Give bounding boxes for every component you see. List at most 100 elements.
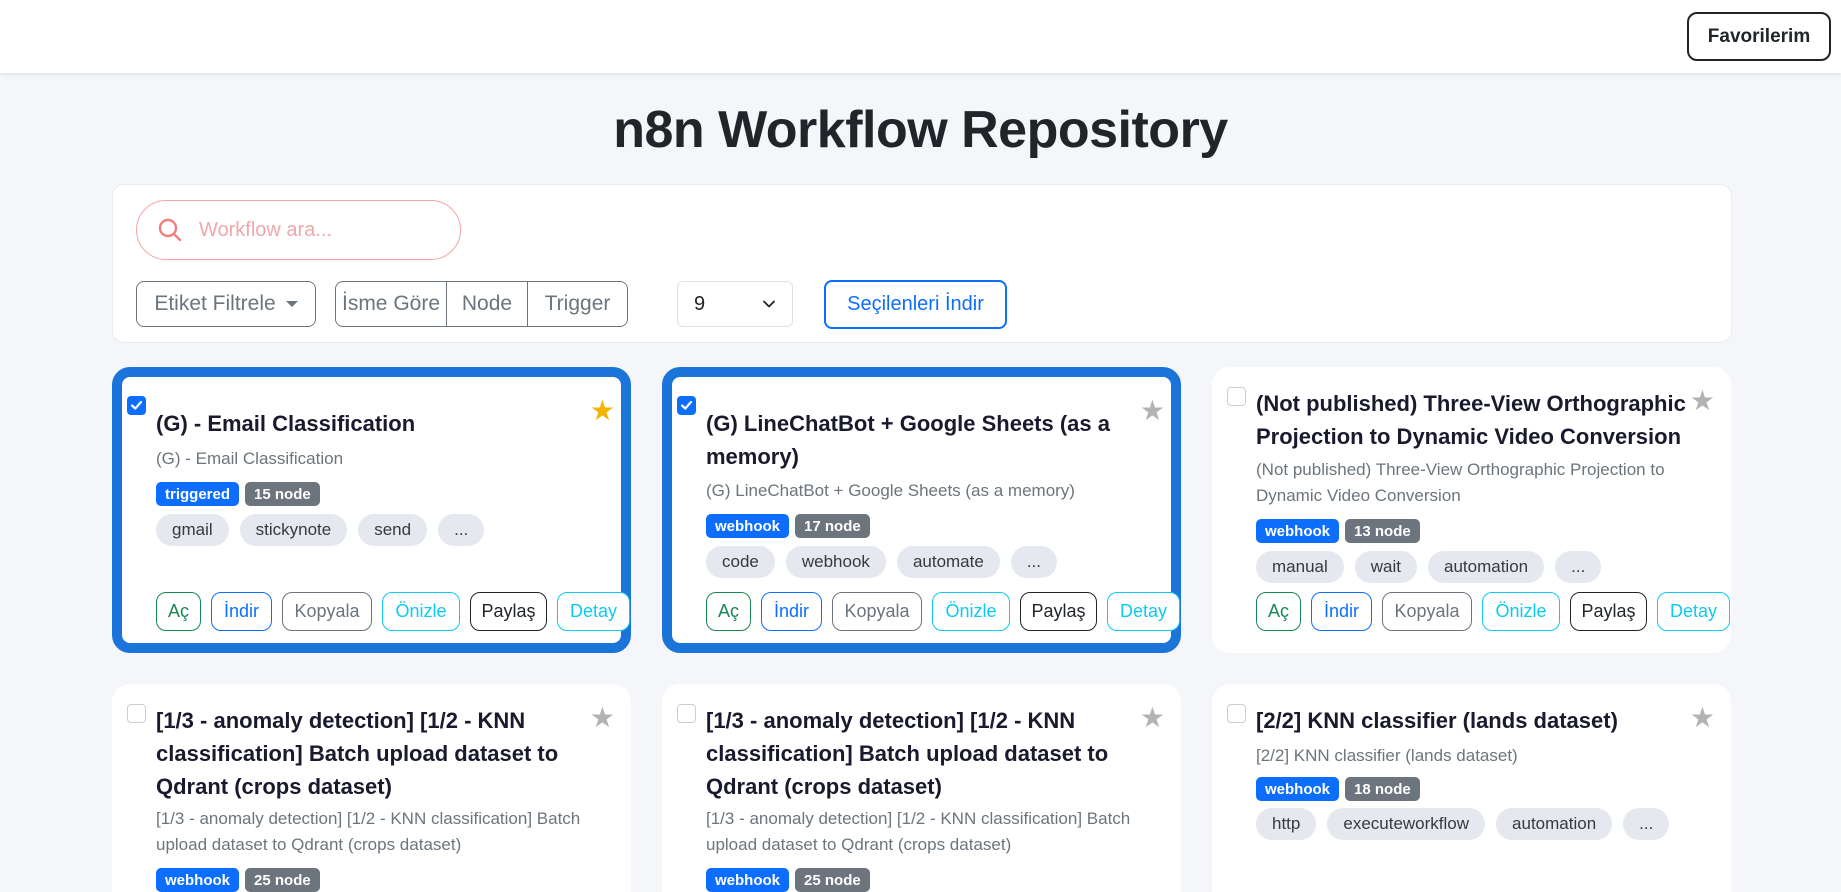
tag-chip[interactable]: manual [1256, 551, 1344, 583]
download-button[interactable]: İndir [761, 592, 822, 631]
favorite-star-icon[interactable]: ★ [1140, 397, 1165, 425]
preview-button[interactable]: Önizle [382, 592, 460, 631]
preview-button[interactable]: Önizle [932, 592, 1010, 631]
workflow-subtitle: [2/2] KNN classifier (lands dataset) [1256, 746, 1518, 765]
select-checkbox[interactable] [127, 704, 146, 723]
favorite-star-icon[interactable]: ★ [590, 397, 615, 425]
download-selected-button[interactable]: Seçilenleri İndir [824, 280, 1007, 329]
select-checkbox[interactable] [1227, 704, 1246, 723]
tag-chip[interactable]: send [358, 514, 428, 546]
node-count-badge: 13 node [1345, 519, 1420, 543]
detail-button[interactable]: Detay [1657, 592, 1730, 631]
tag-chip[interactable]: http [1256, 808, 1317, 840]
favorite-star-icon[interactable]: ★ [1140, 704, 1165, 732]
workflow-subtitle: [1/3 - anomaly detection] [1/2 - KNN cla… [706, 809, 1131, 854]
favorite-star-icon[interactable]: ★ [590, 704, 615, 732]
tag-list: gmail stickynote send ... [156, 514, 485, 546]
workflow-subtitle: [1/3 - anomaly detection] [1/2 - KNN cla… [156, 809, 581, 854]
badge-row: webhook 25 node [706, 868, 870, 892]
workflow-subtitle: (Not published) Three-View Orthographic … [1256, 460, 1665, 505]
node-count-badge: 25 node [245, 868, 320, 892]
node-count-badge: 15 node [245, 482, 320, 506]
tag-chip[interactable]: stickynote [239, 514, 348, 546]
tag-chip[interactable]: wait [1354, 551, 1417, 583]
workflow-card: ★ [1/3 - anomaly detection] [1/2 - KNN c… [662, 684, 1181, 892]
sort-by-name-button[interactable]: İsme Göre [336, 282, 447, 326]
share-button[interactable]: Paylaş [1020, 592, 1097, 631]
open-button[interactable]: Aç [706, 592, 751, 631]
more-tags-chip[interactable]: ... [1623, 808, 1670, 840]
search-box[interactable] [136, 200, 461, 260]
workflow-subtitle: (G) LineChatBot + Google Sheets (as a me… [706, 481, 1075, 500]
tag-chip[interactable]: executeworkflow [1327, 808, 1486, 840]
workflow-card: ★ (G) - Email Classification (G) - Email… [112, 367, 631, 653]
search-icon [158, 218, 182, 242]
page-size-value: 9 [694, 292, 706, 315]
check-icon [130, 400, 143, 410]
trigger-badge: webhook [156, 868, 240, 892]
workflow-title: [2/2] KNN classifier (lands dataset) [1256, 708, 1618, 733]
trigger-badge: webhook [706, 514, 790, 538]
trigger-badge: webhook [1256, 519, 1340, 543]
badge-row: triggered 15 node [156, 482, 320, 506]
node-count-badge: 25 node [795, 868, 870, 892]
copy-button[interactable]: Kopyala [1382, 592, 1472, 631]
search-input[interactable] [199, 218, 439, 242]
tag-chip[interactable]: automate [896, 546, 1000, 578]
open-button[interactable]: Aç [156, 592, 201, 631]
workflow-card: ★ [2/2] KNN classifier (lands dataset) [… [1212, 684, 1731, 892]
node-count-badge: 17 node [795, 514, 870, 538]
caret-down-icon [285, 301, 298, 307]
trigger-badge: webhook [1256, 777, 1340, 801]
tag-chip[interactable]: code [706, 546, 775, 578]
workflow-card: ★ (Not published) Three-View Orthographi… [1212, 367, 1731, 653]
trigger-badge: triggered [156, 482, 240, 506]
select-checkbox[interactable] [127, 396, 146, 415]
workflow-title: [1/3 - anomaly detection] [1/2 - KNN cla… [706, 708, 1109, 799]
share-button[interactable]: Paylaş [1570, 592, 1647, 631]
detail-button[interactable]: Detay [1107, 592, 1180, 631]
tag-list: code webhook automate ... [706, 546, 1057, 578]
copy-button[interactable]: Kopyala [832, 592, 922, 631]
workflow-title: (G) - Email Classification [156, 411, 416, 436]
tag-chip[interactable]: automation [1496, 808, 1613, 840]
more-tags-chip[interactable]: ... [438, 514, 485, 546]
select-checkbox[interactable] [677, 704, 696, 723]
badge-row: webhook 17 node [706, 514, 870, 538]
workflow-title: (G) LineChatBot + Google Sheets (as a me… [706, 411, 1111, 469]
detail-button[interactable]: Detay [557, 592, 630, 631]
tag-chip[interactable]: webhook [785, 546, 886, 578]
card-actions: Aç İndir Kopyala Önizle Paylaş Detay [156, 592, 630, 631]
workflow-card: ★ [1/3 - anomaly detection] [1/2 - KNN c… [112, 684, 631, 892]
download-button[interactable]: İndir [211, 592, 272, 631]
favorites-button[interactable]: Favorilerim [1687, 12, 1831, 61]
node-count-badge: 18 node [1345, 777, 1420, 801]
page-size-select[interactable]: 9 [677, 281, 793, 327]
tag-filter-label: Etiket Filtrele [154, 292, 276, 315]
check-icon [680, 400, 693, 410]
download-button[interactable]: İndir [1311, 592, 1372, 631]
workflow-title: (Not published) Three-View Orthographic … [1256, 391, 1686, 449]
preview-button[interactable]: Önizle [1482, 592, 1560, 631]
tag-filter-dropdown[interactable]: Etiket Filtrele [136, 281, 316, 327]
badge-row: webhook 13 node [1256, 519, 1420, 543]
trigger-badge: webhook [706, 868, 790, 892]
tag-chip[interactable]: gmail [156, 514, 229, 546]
workflow-subtitle: (G) - Email Classification [156, 449, 344, 468]
select-checkbox[interactable] [1227, 387, 1246, 406]
tag-list: http executeworkflow automation ... [1256, 808, 1670, 840]
tag-chip[interactable]: automation [1428, 551, 1545, 583]
copy-button[interactable]: Kopyala [282, 592, 372, 631]
workflow-card: ★ (G) LineChatBot + Google Sheets (as a … [662, 367, 1181, 653]
more-tags-chip[interactable]: ... [1555, 551, 1602, 583]
badge-row: webhook 25 node [156, 868, 320, 892]
tag-list: manual wait automation ... [1256, 551, 1602, 583]
open-button[interactable]: Aç [1256, 592, 1301, 631]
sort-by-node-button[interactable]: Node [447, 282, 528, 326]
filter-panel: Etiket Filtrele İsme Göre Node Trigger 9… [112, 184, 1732, 343]
share-button[interactable]: Paylaş [470, 592, 547, 631]
select-checkbox[interactable] [677, 396, 696, 415]
sort-button-group: İsme Göre Node Trigger [335, 281, 628, 327]
more-tags-chip[interactable]: ... [1010, 546, 1057, 578]
sort-by-trigger-button[interactable]: Trigger [528, 282, 627, 326]
